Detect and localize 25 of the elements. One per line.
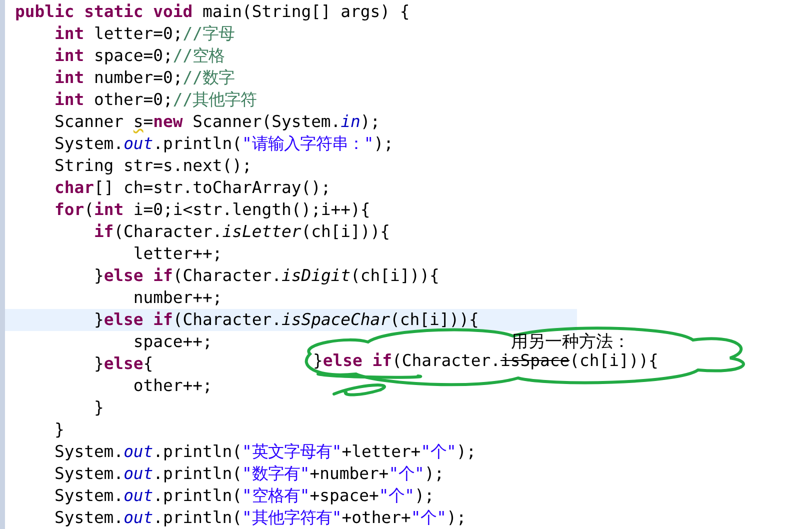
code-line: }else{ — [92, 353, 154, 375]
code-line: letter++; — [132, 243, 222, 265]
code-line: System.out.println("数字有"+number+"个"); — [53, 463, 444, 485]
code-line: other++; — [132, 375, 212, 397]
code-line: for(int i=0;i<str.length();i++){ — [53, 199, 370, 221]
code-line: public static void main(String[] args) { — [14, 1, 410, 23]
code-line: int space=0;//空格 — [53, 45, 225, 67]
code-line: int number=0;//数字 — [53, 67, 235, 89]
code-line: int other=0;//其他字符 — [53, 89, 257, 111]
code-line: } — [53, 419, 64, 441]
code-line: String str=s.next(); — [53, 155, 252, 177]
code-line: space++; — [132, 331, 212, 353]
code-line: }else if(Character.isDigit(ch[i])){ — [92, 265, 440, 287]
code-line: System.out.println("请输入字符串："); — [53, 133, 394, 155]
code-line: number++; — [132, 287, 222, 309]
annotation-code: }else if(Character.isSpace(ch[i])){ — [313, 350, 658, 372]
code-line: char[] ch=str.toCharArray(); — [53, 177, 331, 199]
code-line: int letter=0;//字母 — [53, 23, 235, 45]
code-line: System.out.println("其他字符有"+other+"个"); — [53, 507, 466, 529]
code-line: } — [92, 397, 104, 419]
annotation-note: 用另一种方法： — [511, 331, 630, 353]
code-line: Scanner s=new Scanner(System.in); — [53, 111, 380, 133]
code-line: System.out.println("空格有"+space+"个"); — [53, 485, 434, 507]
code-line: if(Character.isLetter(ch[i])){ — [92, 221, 390, 243]
code-line: System.out.println("英文字母有"+letter+"个"); — [53, 441, 476, 463]
